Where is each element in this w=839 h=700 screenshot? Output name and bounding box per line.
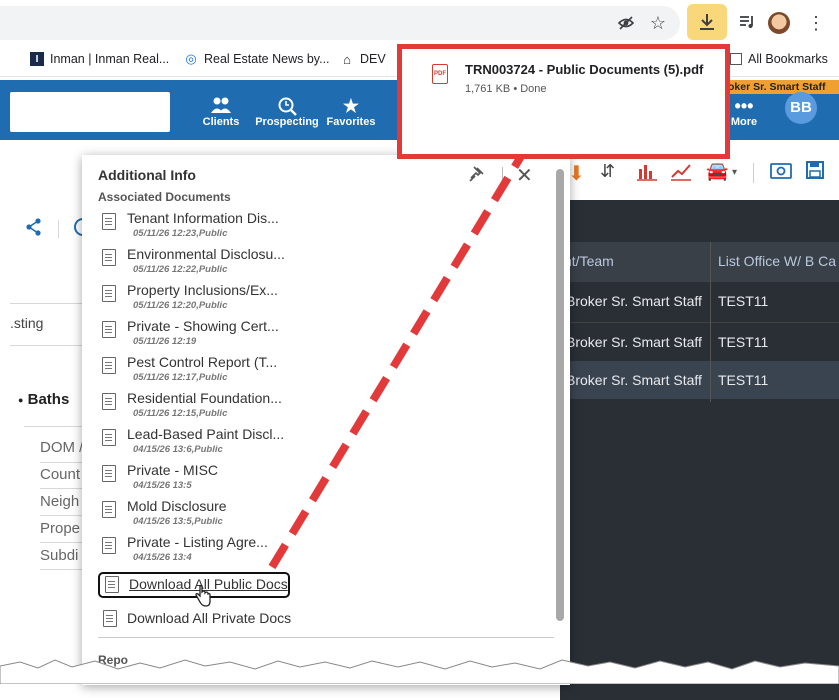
kebab-menu-icon[interactable]: ⋮ — [802, 9, 830, 37]
divider — [40, 542, 82, 543]
document-item[interactable]: Lead-Based Paint Discl... 04/15/26 13:6,… — [102, 426, 402, 462]
column-divider — [710, 242, 711, 402]
document-icon — [102, 537, 116, 554]
divider — [98, 637, 554, 638]
bar-chart-icon[interactable] — [636, 161, 658, 187]
document-icon — [102, 285, 116, 302]
document-icon — [102, 393, 116, 410]
document-item[interactable]: Private - Showing Cert... 05/11/26 12:19 — [102, 318, 402, 354]
divider — [40, 515, 82, 516]
document-icon — [102, 501, 116, 518]
bookmark-real-estate-news[interactable]: ◎ Real Estate News by... — [184, 51, 329, 66]
office-label: oker Sr. Smart Staff — [728, 80, 839, 94]
document-item[interactable]: Tenant Information Dis... 05/11/26 12:23… — [102, 210, 402, 246]
trend-chart-icon[interactable] — [670, 161, 692, 187]
grid-header: nt/Team List Office W/ B Ca — [560, 242, 839, 282]
camera-folder-icon[interactable] — [770, 161, 792, 185]
download-status: 1,761 KB • Done — [465, 83, 547, 95]
save-icon[interactable] — [806, 161, 824, 185]
bookmark-inman[interactable]: I Inman | Inman Real... — [30, 52, 169, 66]
scrollbar[interactable] — [556, 169, 564, 621]
address-bar[interactable] — [0, 6, 680, 40]
document-icon — [102, 429, 116, 446]
broadcast-icon: ◎ — [185, 51, 197, 66]
pin-icon[interactable] — [468, 165, 486, 188]
bookmark-dev[interactable]: ⌂ DEV — [340, 51, 386, 67]
prospecting-icon — [252, 96, 322, 116]
bullet-icon: ● — [18, 395, 24, 406]
download-bubble[interactable]: PDF TRN003724 - Public Documents (5).pdf… — [397, 44, 730, 159]
star-icon[interactable]: ☆ — [644, 9, 672, 37]
field-subdivision: Subdi — [40, 547, 79, 564]
nav-favorites[interactable]: ★ Favorites — [316, 96, 386, 128]
divider — [24, 426, 82, 427]
associated-documents-heading: Associated Documents — [98, 190, 231, 204]
divider — [502, 167, 503, 183]
document-item[interactable]: Private - MISC 04/15/26 13:5 — [102, 462, 402, 498]
baths-header: ● Baths — [18, 391, 70, 408]
nav-clients[interactable]: Clients — [186, 96, 256, 128]
document-item[interactable]: Private - Listing Agre... 04/15/26 13:4 — [102, 534, 402, 570]
column-header-list-office[interactable]: List Office W/ B Ca — [718, 253, 836, 269]
document-item[interactable]: Residential Foundation... 05/11/26 12:15… — [102, 390, 402, 426]
document-icon — [105, 576, 119, 593]
field-property: Prope — [40, 520, 81, 537]
field-neighborhood: Neigh — [40, 493, 80, 510]
divider — [753, 163, 754, 183]
document-icon — [102, 357, 116, 374]
close-icon[interactable]: ✕ — [516, 163, 533, 188]
table-row[interactable]: Broker Sr. Smart Staff TEST11 — [560, 282, 839, 320]
document-item[interactable]: Mold Disclosure 04/15/26 13:5,Public — [102, 498, 402, 534]
panel-title: Additional Info — [98, 167, 196, 183]
share-icon[interactable] — [26, 218, 42, 241]
document-icon — [102, 465, 116, 482]
field-county: Count — [40, 466, 81, 483]
download-all-private-docs-button[interactable]: Download All Private Docs — [98, 608, 318, 630]
divider — [40, 569, 82, 570]
star-icon: ★ — [342, 96, 360, 116]
eye-off-icon[interactable] — [612, 9, 640, 37]
pdf-file-icon: PDF — [432, 64, 448, 84]
document-item[interactable]: Pest Control Report (T... 05/11/26 12:17… — [102, 354, 402, 390]
chevron-down-icon[interactable]: ▾ — [732, 167, 737, 178]
media-queue-icon[interactable] — [733, 8, 761, 36]
export-icon[interactable]: ⬇ — [568, 161, 585, 186]
clients-icon — [186, 96, 256, 116]
document-icon — [102, 249, 116, 266]
additional-info-panel: Additional Info Associated Documents ✕ T… — [82, 155, 570, 685]
torn-edge-effect — [0, 659, 839, 684]
all-bookmarks-button[interactable]: All Bookmarks — [730, 52, 828, 66]
table-row[interactable]: Broker Sr. Smart Staff TEST11 — [560, 322, 839, 361]
user-avatar[interactable]: BB — [785, 92, 817, 124]
divider — [40, 462, 82, 463]
divider — [10, 345, 82, 346]
download-filename[interactable]: TRN003724 - Public Documents (5).pdf — [465, 62, 703, 77]
download-icon[interactable] — [687, 4, 727, 40]
divider — [10, 303, 82, 304]
inman-favicon-icon: I — [30, 52, 44, 66]
folder-icon — [730, 53, 742, 65]
divider — [58, 220, 59, 238]
divider — [40, 488, 82, 489]
profile-avatar[interactable] — [768, 12, 790, 34]
car-icon[interactable]: 🚘 — [706, 161, 728, 182]
document-item[interactable]: Property Inclusions/Ex... 05/11/26 12:20… — [102, 282, 402, 318]
app-search-input[interactable] — [10, 92, 170, 132]
listing-label: .sting — [10, 315, 44, 331]
table-row[interactable]: Broker Sr. Smart Staff TEST11 — [560, 361, 839, 399]
sort-icon[interactable]: ⇵ — [600, 161, 615, 182]
home-icon: ⌂ — [343, 51, 351, 67]
document-icon — [102, 213, 116, 230]
nav-prospecting[interactable]: Prospecting — [252, 96, 322, 128]
column-header-agent-team[interactable]: nt/Team — [564, 253, 614, 269]
document-icon — [103, 610, 117, 627]
document-item[interactable]: Environmental Disclosu... 05/11/26 12:22… — [102, 246, 402, 282]
grid-toolbar: ⬇ ⇵ 🚘 ▾ — [560, 155, 839, 189]
document-icon — [102, 321, 116, 338]
field-dom: DOM / — [40, 439, 84, 456]
